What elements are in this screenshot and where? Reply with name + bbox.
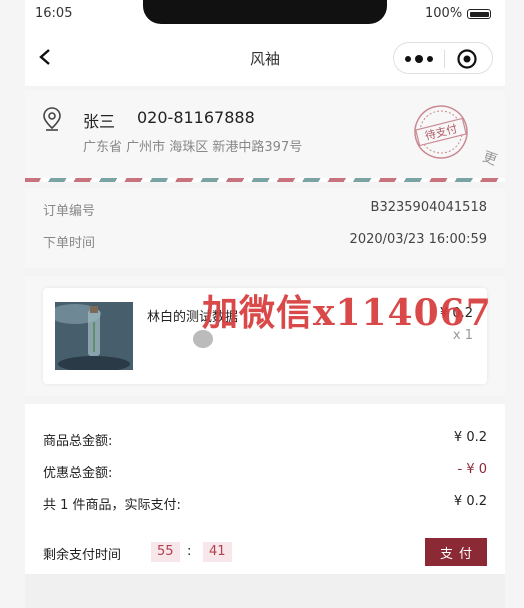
- countdown-minutes: 55: [151, 542, 180, 562]
- actual-pay-value: ¥ 0.2: [453, 494, 487, 509]
- capsule-divider: [444, 50, 445, 68]
- pay-button[interactable]: 支付: [425, 538, 487, 566]
- target-circle-icon[interactable]: [456, 48, 478, 70]
- order-info-section: 订单编号 B3235904041518 下单时间 2020/03/23 16:0…: [25, 188, 505, 268]
- bottom-area: [25, 574, 505, 608]
- status-bar: 16:05 100%: [25, 0, 505, 28]
- countdown-label: 剩余支付时间: [43, 548, 122, 563]
- order-number-value: B3235904041518: [370, 200, 487, 215]
- countdown-seconds: 41: [203, 542, 232, 562]
- order-time-value: 2020/03/23 16:00:59: [349, 232, 487, 247]
- order-time-label: 下单时间: [43, 236, 96, 251]
- total-amount-value: ¥ 0.2: [453, 430, 487, 445]
- discount-amount-label: 优惠总金额:: [43, 466, 113, 481]
- discount-amount-value: - ¥ 0: [457, 462, 488, 477]
- total-amount-label: 商品总金额:: [43, 434, 113, 449]
- actual-pay-label: 共 1 件商品，实际支付:: [43, 498, 181, 513]
- product-photo: [55, 302, 133, 370]
- payment-summary: 商品总金额: ¥ 0.2 优惠总金额: - ¥ 0 共 1 件商品，实际支付: …: [25, 404, 505, 574]
- airmail-stripe: [25, 178, 505, 182]
- more-dots-icon[interactable]: [402, 51, 436, 67]
- notch: [143, 0, 387, 24]
- address-card[interactable]: 张三 020-81167888 广东省 广州市 海珠区 新港中路397号 待支付: [25, 90, 505, 182]
- location-pin-icon: [43, 107, 61, 131]
- status-stamp: 待支付: [407, 98, 475, 166]
- battery-icon: [467, 9, 491, 19]
- receiver-name: 张三: [83, 112, 116, 131]
- mini-program-capsule: [393, 42, 493, 74]
- battery-level: 100%: [425, 6, 463, 21]
- watermark-overlay: 加微信x114067: [202, 292, 492, 334]
- nav-bar: 风袖: [25, 28, 505, 86]
- order-number-label: 订单编号: [43, 204, 96, 219]
- product-image: [55, 302, 133, 370]
- status-time: 16:05: [35, 6, 73, 21]
- countdown-separator: :: [187, 544, 192, 559]
- receiver-phone: 020-81167888: [137, 108, 255, 127]
- receiver-address: 广东省 广州市 海珠区 新港中路397号: [83, 140, 303, 155]
